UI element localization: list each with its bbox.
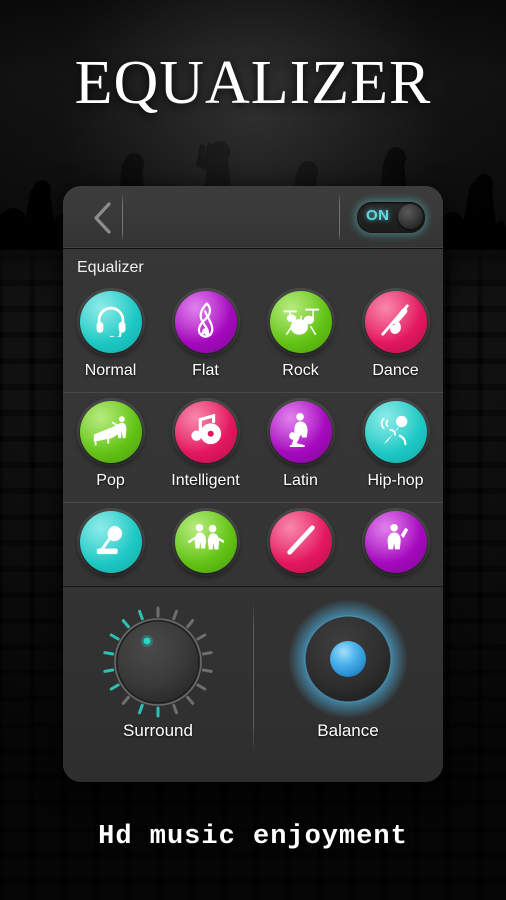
preset-bubble[interactable] xyxy=(364,511,427,573)
topbar-divider-left xyxy=(122,194,123,242)
preset-label: Pop xyxy=(96,472,125,489)
saxophone-icon xyxy=(380,523,412,562)
panel-topbar: ON xyxy=(63,186,443,249)
preset-label: Rock xyxy=(282,362,319,379)
drum-kit-icon xyxy=(282,303,320,342)
toggle-knob[interactable] xyxy=(398,204,423,229)
preset-normal[interactable]: Normal xyxy=(63,283,158,392)
preset-row: Pop Intelligent Latin Hip-hop xyxy=(63,392,443,502)
equalizer-panel: ON Equalizer Normal Flat Rock Dance Pop … xyxy=(63,186,443,782)
surround-control[interactable]: Surround xyxy=(63,587,253,782)
preset-label: Intelligent xyxy=(171,472,240,489)
back-chevron-icon xyxy=(91,201,113,235)
headphones-icon xyxy=(94,303,128,342)
preset-list[interactable]: Normal Flat Rock Dance Pop Intelligent L… xyxy=(63,283,443,603)
equalizer-section-label: Equalizer xyxy=(77,259,144,276)
preset-bubble[interactable] xyxy=(174,401,237,463)
flute-icon xyxy=(284,523,318,562)
treble-clef-icon xyxy=(191,301,221,344)
violin-icon xyxy=(379,302,413,343)
balance-control[interactable]: Balance xyxy=(253,587,443,782)
preset-latin[interactable]: Latin xyxy=(253,393,348,502)
preset-bubble[interactable] xyxy=(174,511,237,573)
preset-row: Normal Flat Rock Dance xyxy=(63,283,443,392)
app-tagline: Hd music enjoyment xyxy=(98,822,408,852)
piano-singer-icon xyxy=(92,414,130,451)
preset-bubble[interactable] xyxy=(79,511,142,573)
preset-bubble[interactable] xyxy=(269,291,332,353)
microphone-icon xyxy=(379,413,413,452)
preset-flat[interactable]: Flat xyxy=(158,283,253,392)
back-button[interactable] xyxy=(79,196,125,240)
preset-label: Normal xyxy=(84,362,137,379)
preset-hiphop[interactable]: Hip-hop xyxy=(348,393,443,502)
preset-rock[interactable]: Rock xyxy=(253,283,348,392)
preset-bubble[interactable] xyxy=(79,291,142,353)
preset-label: Dance xyxy=(372,362,419,379)
toggle-state-label: ON xyxy=(366,207,390,224)
preset-bubble[interactable] xyxy=(269,511,332,573)
preset-label: Flat xyxy=(192,362,219,379)
app-screen: EQUALIZER ON Equalizer Normal Flat Rock … xyxy=(0,0,506,900)
preset-dance[interactable]: Dance xyxy=(348,283,443,392)
balance-knob[interactable] xyxy=(283,597,413,727)
preset-intelligent[interactable]: Intelligent xyxy=(158,393,253,502)
equalizer-power-toggle[interactable]: ON xyxy=(356,201,426,234)
preset-bubble[interactable] xyxy=(364,291,427,353)
preset-bubble[interactable] xyxy=(364,401,427,463)
surround-knob[interactable] xyxy=(93,597,223,727)
preset-pop[interactable]: Pop xyxy=(63,393,158,502)
topbar-divider-right xyxy=(339,194,340,242)
gramophone-icon xyxy=(94,523,128,562)
note-disc-icon xyxy=(188,413,224,452)
preset-bubble[interactable] xyxy=(269,401,332,463)
guitarist-icon xyxy=(285,412,317,453)
preset-bubble[interactable] xyxy=(174,291,237,353)
preset-bubble[interactable] xyxy=(79,401,142,463)
page-title: EQUALIZER xyxy=(74,49,432,117)
preset-label: Hip-hop xyxy=(367,472,424,489)
preset-label: Latin xyxy=(283,472,318,489)
controls-area: Surround Balance xyxy=(63,586,443,782)
duo-singers-icon xyxy=(187,523,225,562)
